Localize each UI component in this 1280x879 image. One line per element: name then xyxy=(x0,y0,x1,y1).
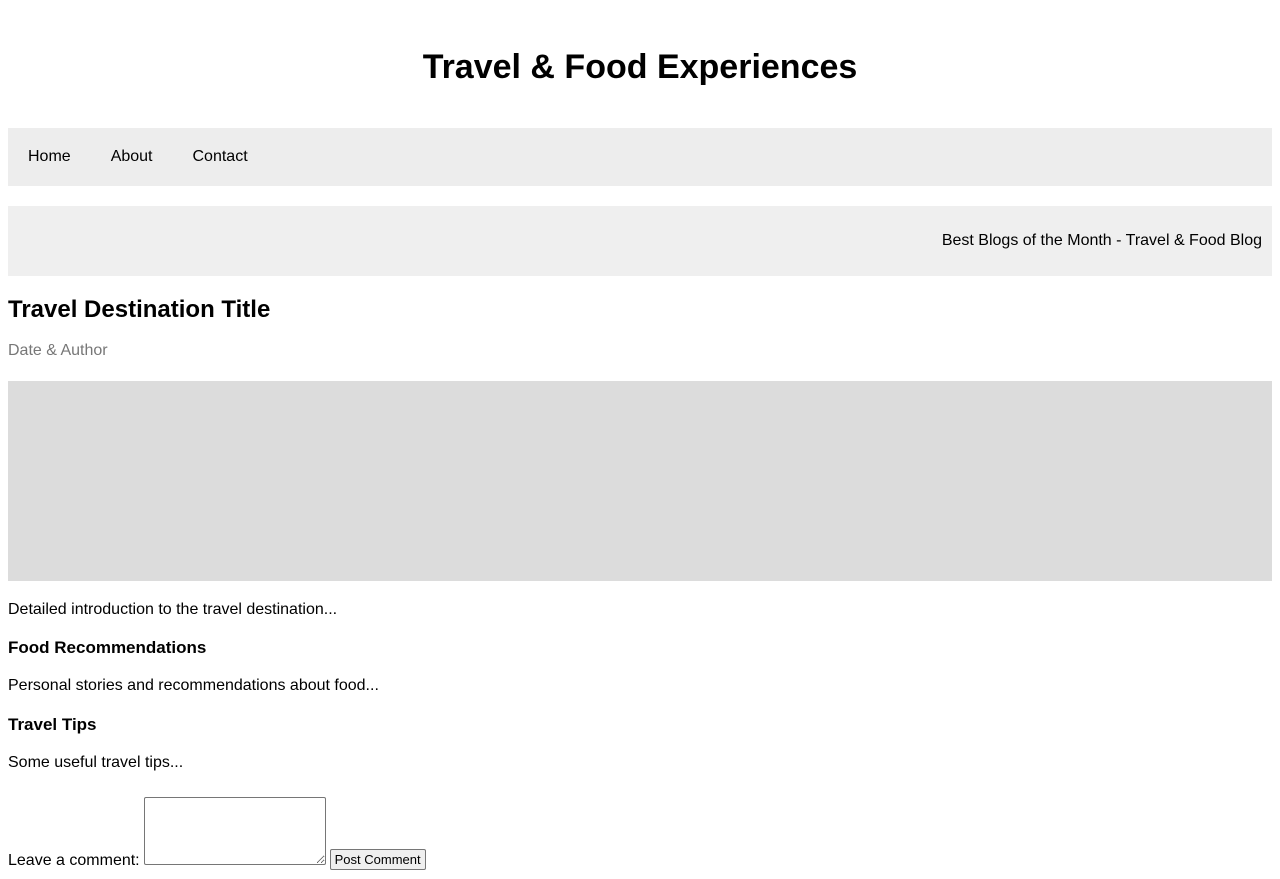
blog-article: Travel Destination Title Date & Author D… xyxy=(8,276,1272,772)
comment-label: Leave a comment: xyxy=(8,852,140,869)
post-comment-button[interactable]: Post Comment xyxy=(329,849,426,870)
site-title: Travel & Food Experiences xyxy=(422,48,858,86)
comment-form: Leave a comment: Post Comment xyxy=(8,796,426,870)
food-heading: Food Recommendations xyxy=(8,638,207,657)
nav-item-contact[interactable]: Contact xyxy=(173,128,268,186)
article-intro: Detailed introduction to the travel dest… xyxy=(8,601,338,618)
main-nav: Home About Contact xyxy=(8,128,1272,186)
comment-input[interactable] xyxy=(143,797,326,865)
article-image-placeholder xyxy=(8,381,1272,581)
tips-heading: Travel Tips xyxy=(8,715,97,734)
nav-item-home[interactable]: Home xyxy=(8,128,91,186)
article-meta: Date & Author xyxy=(8,342,108,359)
tips-text: Some useful travel tips... xyxy=(8,754,184,771)
site-header: Travel & Food Experiences xyxy=(8,0,1272,128)
featured-banner: Best Blogs of the Month - Travel & Food … xyxy=(8,206,1272,276)
page: Travel & Food Experiences Home About Con… xyxy=(8,0,1272,870)
food-text: Personal stories and recommendations abo… xyxy=(8,677,379,694)
article-title: Travel Destination Title xyxy=(8,296,271,323)
nav-item-about[interactable]: About xyxy=(91,128,173,186)
banner-text: Best Blogs of the Month - Travel & Food … xyxy=(941,232,1262,249)
